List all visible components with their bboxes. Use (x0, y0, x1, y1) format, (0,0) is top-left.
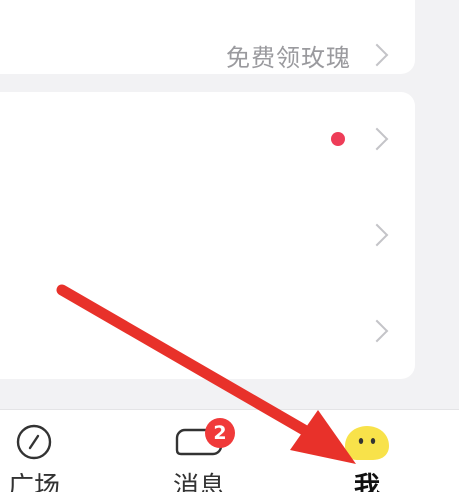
bottom-tab-bar: 广场 2 消息 我 (0, 409, 459, 492)
compass-icon (16, 424, 52, 460)
chevron-right-icon (365, 319, 389, 343)
tab-square-label: 广场 (7, 472, 60, 492)
unread-dot-icon (331, 132, 345, 146)
free-roses-row[interactable]: 免费领玫瑰 (0, 25, 415, 85)
tab-messages-label: 消息 (172, 472, 225, 492)
tab-messages[interactable]: 2 消息 (159, 410, 239, 492)
chevron-right-icon (365, 223, 389, 247)
message-count-badge: 2 (205, 418, 235, 448)
free-roses-label: 免费领玫瑰 (226, 43, 351, 72)
settings-row-1[interactable] (0, 109, 415, 169)
chevron-right-icon (365, 127, 389, 151)
promo-card: 免费领玫瑰 (0, 0, 415, 74)
tab-me-label: 我 (353, 472, 380, 492)
tab-square[interactable]: 广场 (0, 410, 74, 492)
settings-row-3[interactable] (0, 301, 415, 361)
chevron-right-icon (365, 43, 389, 67)
avatar-face-icon (345, 426, 389, 460)
settings-card (0, 92, 415, 379)
tab-me[interactable]: 我 (327, 410, 407, 492)
settings-row-2[interactable] (0, 205, 415, 265)
